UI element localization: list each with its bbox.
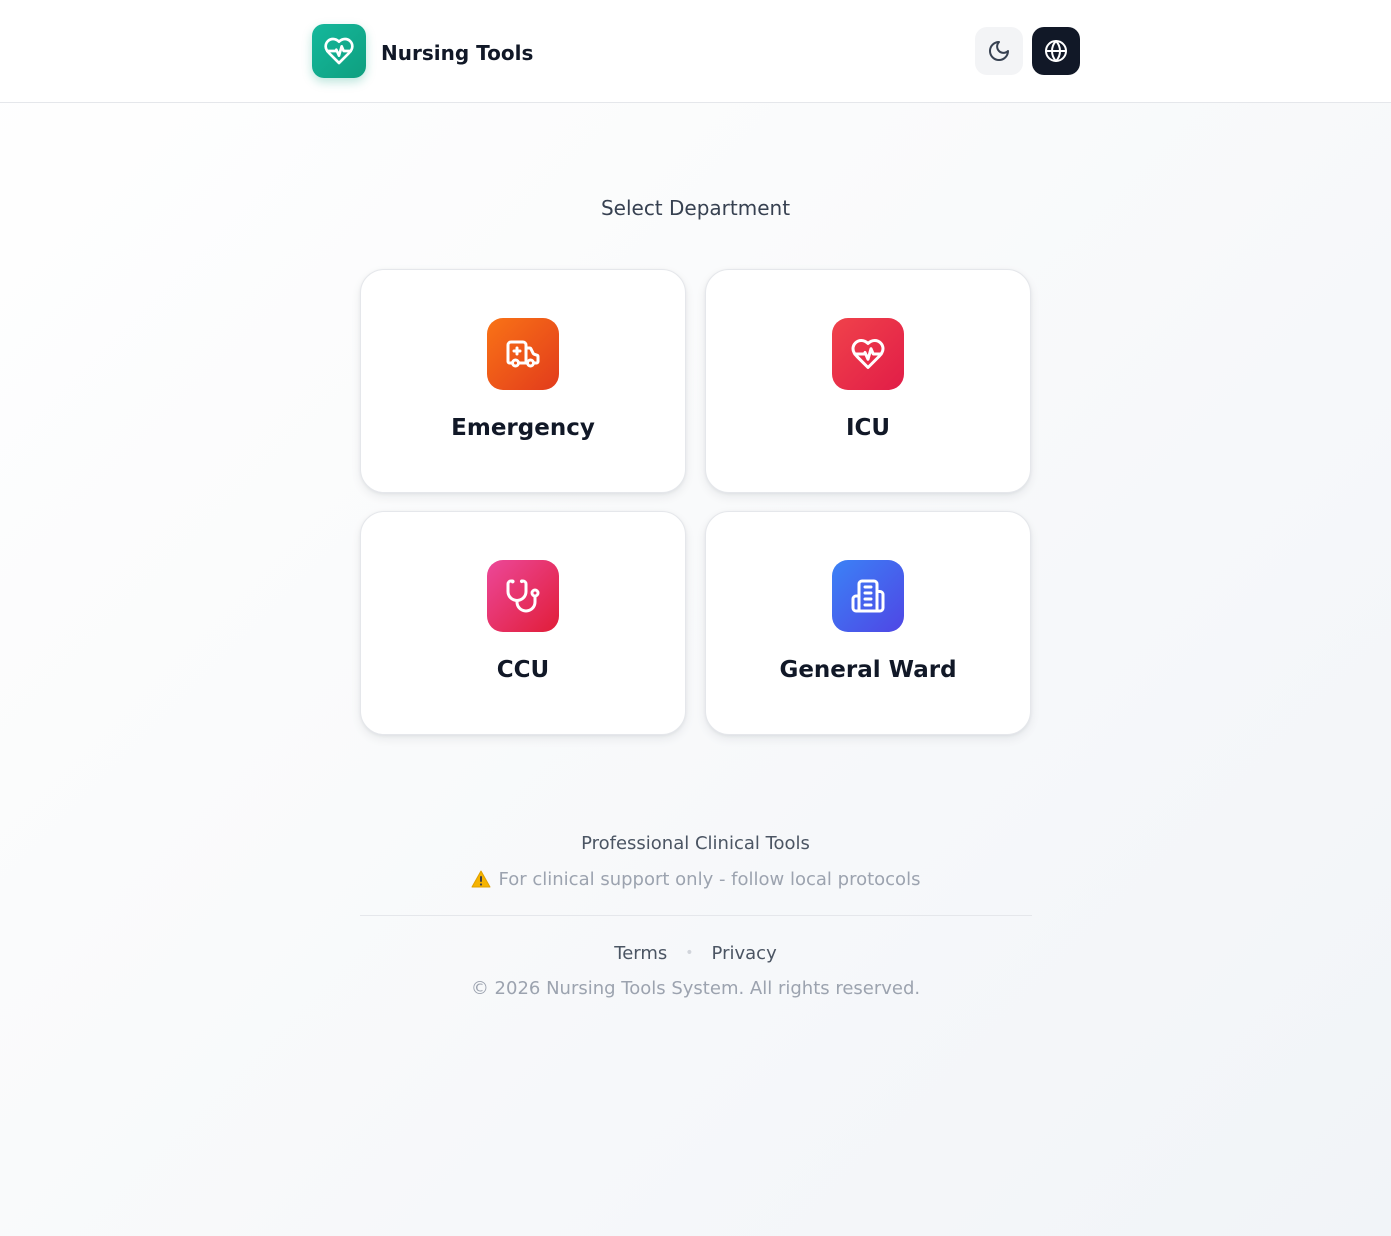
department-label: ICU <box>845 415 891 441</box>
hospital-building-icon <box>851 579 885 613</box>
stethoscope-icon <box>506 579 540 613</box>
heart-pulse-icon <box>324 37 354 65</box>
icon-tile <box>832 318 904 390</box>
warning-icon <box>471 870 491 888</box>
department-card-emergency[interactable]: Emergency <box>360 269 686 493</box>
copyright-text: © 2026 Nursing Tools System. All rights … <box>470 978 921 999</box>
separator-dot: • <box>685 945 694 961</box>
department-card-general-ward[interactable]: General Ward <box>705 511 1031 735</box>
heart-pulse-icon <box>851 339 885 369</box>
footer-links: Terms • Privacy <box>0 940 1391 967</box>
department-card-icu[interactable]: ICU <box>705 269 1031 493</box>
disclaimer-note: For clinical support only - follow local… <box>0 867 1391 893</box>
app-title: Nursing Tools <box>381 41 534 65</box>
ambulance-icon <box>506 340 540 368</box>
icon-tile <box>487 318 559 390</box>
icon-tile <box>832 560 904 632</box>
footer-heading: Professional Clinical Tools <box>581 833 810 854</box>
privacy-link[interactable]: Privacy <box>712 943 777 964</box>
terms-link[interactable]: Terms <box>614 943 667 964</box>
theme-toggle-button[interactable] <box>975 27 1023 75</box>
app-logo[interactable] <box>312 24 366 78</box>
section-title: Select Department <box>600 196 791 220</box>
disclaimer-text: For clinical support only - follow local… <box>498 869 921 890</box>
footer-divider <box>360 915 1032 916</box>
department-label: CCU <box>496 657 550 683</box>
moon-icon <box>989 41 1009 61</box>
globe-icon <box>1045 40 1067 62</box>
department-card-ccu[interactable]: CCU <box>360 511 686 735</box>
language-button[interactable] <box>1032 27 1080 75</box>
department-label: Emergency <box>451 415 595 441</box>
department-label: General Ward <box>779 657 957 683</box>
top-header: Nursing Tools <box>0 0 1391 103</box>
icon-tile <box>487 560 559 632</box>
